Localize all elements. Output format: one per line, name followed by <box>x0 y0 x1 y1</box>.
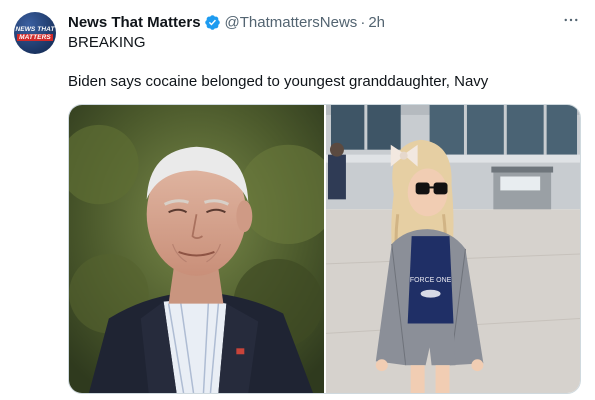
tweet-text-line-2: Biden says cocaine belonged to youngest … <box>68 73 489 90</box>
verified-badge-icon <box>204 14 221 31</box>
account-handle[interactable]: @ThatmattersNews <box>225 14 358 31</box>
avatar-logo-text-top: NEWS THAT <box>15 25 55 33</box>
tweet-text-line-1: BREAKING <box>68 34 146 51</box>
shirt-text: FORCE ONE <box>410 277 452 284</box>
photo-biden[interactable] <box>69 105 324 393</box>
avatar-logo-text-bottom: MATTERS <box>17 33 53 41</box>
more-options-button[interactable] <box>558 10 584 30</box>
separator-dot: · <box>360 13 366 31</box>
media-grid: FORCE ONE <box>68 104 581 394</box>
display-name[interactable]: News That Matters <box>68 14 201 31</box>
more-horizontal-icon <box>564 18 578 22</box>
tweet-header: News That Matters @ThatmattersNews · 2h <box>68 12 385 32</box>
photo-girl[interactable]: FORCE ONE <box>326 105 580 393</box>
avatar[interactable]: NEWS THAT MATTERS <box>14 12 56 54</box>
tweet-timestamp[interactable]: 2h <box>368 14 385 31</box>
